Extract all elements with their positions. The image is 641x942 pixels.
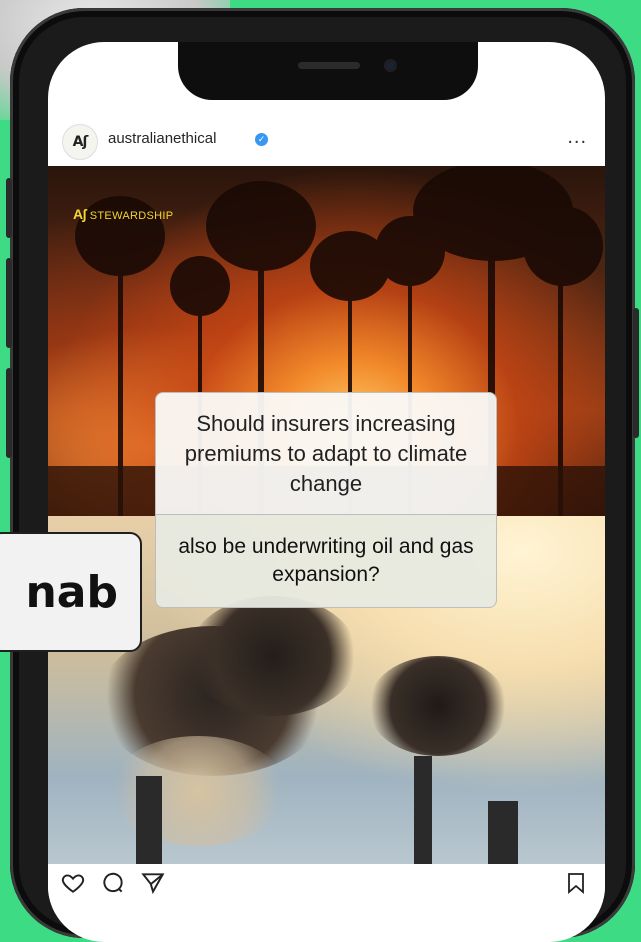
post-image[interactable]: Aʃ STEWARDSHIP Should insurers increasing…	[48, 166, 605, 864]
smoke-cloud	[108, 736, 288, 846]
phone-power-button	[633, 308, 639, 438]
smoke-cloud	[368, 656, 508, 756]
heart-icon[interactable]	[60, 870, 86, 902]
category-label: STEWARDSHIP	[89, 210, 174, 222]
more-options-icon[interactable]: ...	[567, 126, 587, 149]
post-header: Aʃ australianethical ✓ ...	[48, 116, 605, 166]
question-card-top: Should insurers increasing premiums to a…	[155, 392, 497, 516]
front-camera	[384, 59, 397, 72]
phone-side-button	[6, 368, 12, 458]
chimney	[488, 801, 518, 864]
phone-frame: Aʃ australianethical ✓ ... Aʃ STEWARDSHI…	[6, 8, 639, 942]
nab-overlay-label: nab	[0, 532, 142, 652]
profile-avatar[interactable]: Aʃ	[62, 124, 98, 160]
verified-badge-icon: ✓	[255, 133, 268, 146]
phone-notch	[178, 42, 478, 100]
speaker-grill	[298, 62, 360, 69]
send-icon[interactable]	[140, 870, 166, 902]
brand-mark: Aʃ	[73, 206, 87, 222]
bookmark-icon[interactable]	[564, 870, 588, 902]
stewardship-tag: Aʃ STEWARDSHIP	[73, 206, 173, 222]
question-top-text: Should insurers increasing premiums to a…	[184, 411, 468, 496]
comment-icon[interactable]	[100, 870, 126, 902]
question-bottom-text: also be underwriting oil and gas expansi…	[178, 535, 474, 586]
smoke-cloud	[188, 596, 358, 716]
post-username[interactable]: australianethical	[108, 130, 216, 147]
chimney	[136, 776, 162, 864]
phone-side-button	[6, 178, 12, 238]
phone-screen: Aʃ australianethical ✓ ... Aʃ STEWARDSHI…	[48, 42, 605, 942]
phone-side-button	[6, 258, 12, 348]
question-card-bottom: also be underwriting oil and gas expansi…	[155, 514, 497, 608]
post-action-bar	[48, 864, 605, 914]
chimney	[414, 756, 432, 864]
nab-overlay-text: nab	[25, 566, 118, 618]
